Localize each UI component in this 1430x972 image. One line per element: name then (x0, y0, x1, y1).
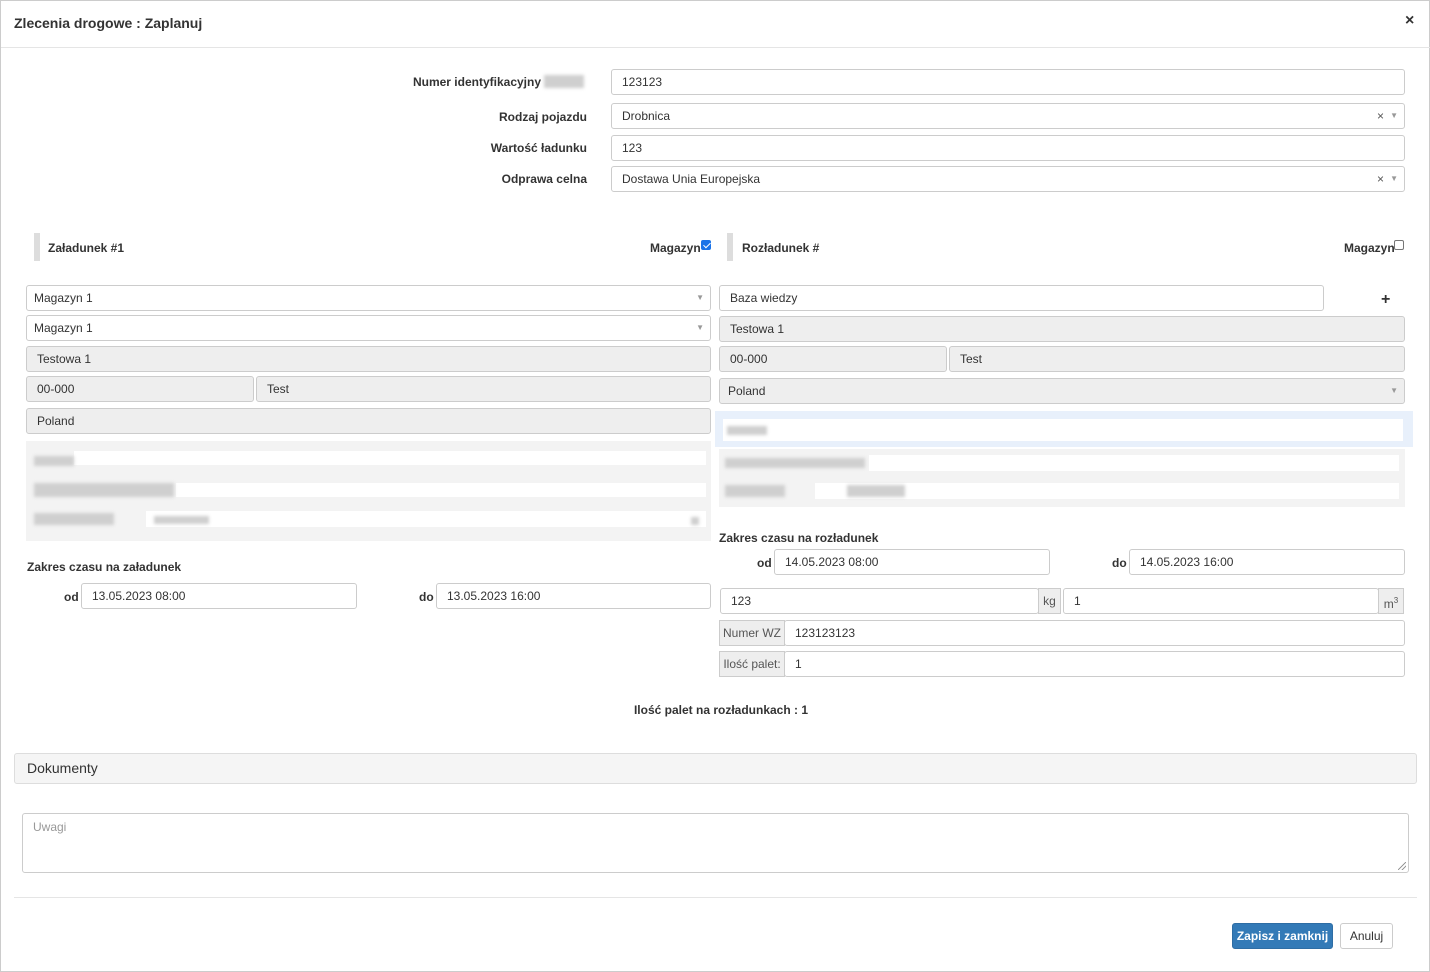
wz-input[interactable]: 123123123 (784, 620, 1405, 646)
dialog: Zlecenia drogowe : Zaplanuj × Numer iden… (0, 0, 1430, 972)
redacted-text (34, 513, 114, 525)
redacted-text (727, 426, 767, 435)
redacted-line (74, 451, 706, 465)
loading-postcode-input[interactable]: 00-000 (26, 376, 254, 402)
unloading-from-input[interactable]: 14.05.2023 08:00 (774, 549, 1050, 575)
redacted-icon (691, 517, 699, 525)
volume-unit-exponent: 3 (1393, 596, 1399, 605)
vehicle-select-value: Drobnica (622, 109, 671, 123)
id-label: Numer identyfikacyjny (412, 75, 541, 89)
loading-to-label: do (419, 590, 434, 604)
loading-location-select[interactable]: Magazyn 1 ▼ (26, 315, 711, 341)
unloading-section-bar (727, 233, 733, 261)
unloading-street-input[interactable]: Testowa 1 (719, 316, 1405, 342)
customs-select[interactable]: Dostawa Unia Europejska × ▼ (611, 166, 1405, 192)
loading-title: Załadunek #1 (48, 241, 125, 255)
volume-unit-base: m (1383, 597, 1394, 611)
close-icon[interactable]: × (1405, 12, 1414, 30)
footer-divider (14, 897, 1417, 898)
redacted-text (725, 458, 865, 468)
notes-textarea[interactable]: Uwagi (22, 813, 1409, 873)
weight-unit: kg (1038, 588, 1061, 614)
loading-redacted-area (26, 441, 711, 541)
id-input[interactable]: 123123 (611, 69, 1405, 95)
loading-location-select-value: Magazyn 1 (34, 321, 93, 335)
redacted-label-part (544, 75, 584, 88)
unloading-to-label: do (1112, 556, 1127, 570)
redacted-text (847, 485, 905, 497)
unloading-time-title: Zakres czasu na rozładunek (719, 531, 879, 545)
loading-warehouse-select[interactable]: Magazyn 1 ▼ (26, 285, 711, 311)
clear-icon[interactable]: × (1377, 104, 1384, 128)
redacted-line (146, 511, 706, 527)
customs-label: Odprawa celna (501, 172, 587, 186)
notes-placeholder: Uwagi (33, 820, 67, 834)
redacted-text (34, 456, 74, 466)
loading-from-label: od (64, 590, 79, 604)
cargo-value-input[interactable]: 123 (611, 135, 1405, 161)
wz-label: Numer WZ (719, 620, 785, 646)
unloading-name-input[interactable]: Baza wiedzy (719, 285, 1324, 311)
loading-warehouse-checkbox[interactable] (701, 240, 711, 250)
save-and-close-button[interactable]: Zapisz i zamknij (1232, 923, 1333, 949)
vehicle-select[interactable]: Drobnica × ▼ (611, 103, 1405, 129)
pallets-label: Ilość palet: (719, 651, 785, 677)
redacted-line (869, 455, 1399, 471)
unloading-country-select[interactable]: Poland ▼ (719, 378, 1405, 404)
dialog-title: Zlecenia drogowe : Zaplanuj (14, 15, 203, 31)
unloading-title: Rozładunek # (742, 241, 820, 255)
pallets-input[interactable]: 1 (784, 651, 1405, 677)
add-unloading-icon[interactable]: + (1381, 291, 1390, 309)
loading-time-title: Zakres czasu na załadunek (27, 560, 182, 574)
loading-warehouse-label: Magazyn (650, 241, 701, 255)
cargo-value-label: Wartość ładunku (490, 141, 587, 155)
unloading-redacted-area (719, 449, 1405, 507)
header-divider (1, 47, 1430, 48)
unloading-redacted-highlight (715, 411, 1413, 447)
volume-unit: m3 (1378, 588, 1404, 614)
redacted-text (34, 483, 174, 497)
loading-street-input[interactable]: Testowa 1 (26, 346, 711, 372)
unloading-to-input[interactable]: 14.05.2023 16:00 (1129, 549, 1405, 575)
cancel-button[interactable]: Anuluj (1340, 923, 1393, 949)
volume-input[interactable]: 1 (1063, 588, 1379, 614)
chevron-down-icon[interactable]: ▼ (1390, 167, 1398, 191)
unloading-warehouse-checkbox[interactable] (1394, 240, 1404, 250)
chevron-down-icon[interactable]: ▼ (696, 286, 704, 310)
clear-icon[interactable]: × (1377, 167, 1384, 191)
unloading-country-select-value: Poland (728, 384, 766, 398)
loading-section-bar (34, 233, 40, 261)
unloading-postcode-input[interactable]: 00-000 (719, 346, 947, 372)
redacted-line (176, 483, 706, 497)
unloading-from-label: od (757, 556, 772, 570)
loading-from-input[interactable]: 13.05.2023 08:00 (81, 583, 357, 609)
resize-handle-icon[interactable] (1398, 862, 1406, 870)
customs-select-value: Dostawa Unia Europejska (622, 172, 761, 186)
loading-country-input[interactable]: Poland (26, 408, 711, 434)
pallets-summary: Ilość palet na rozładunkach : 1 (633, 703, 809, 717)
vehicle-label: Rodzaj pojazdu (499, 110, 587, 124)
chevron-down-icon[interactable]: ▼ (1390, 379, 1398, 403)
loading-city-input[interactable]: Test (256, 376, 711, 402)
weight-input[interactable]: 123 (720, 588, 1039, 614)
redacted-text (725, 485, 785, 497)
documents-panel-header[interactable]: Dokumenty (14, 753, 1417, 784)
loading-to-input[interactable]: 13.05.2023 16:00 (436, 583, 711, 609)
chevron-down-icon[interactable]: ▼ (1390, 104, 1398, 128)
chevron-down-icon[interactable]: ▼ (696, 316, 704, 340)
redacted-text (154, 516, 209, 524)
unloading-city-input[interactable]: Test (949, 346, 1405, 372)
unloading-warehouse-label: Magazyn (1344, 241, 1395, 255)
redacted-line (723, 419, 1403, 441)
loading-warehouse-select-value: Magazyn 1 (34, 291, 93, 305)
